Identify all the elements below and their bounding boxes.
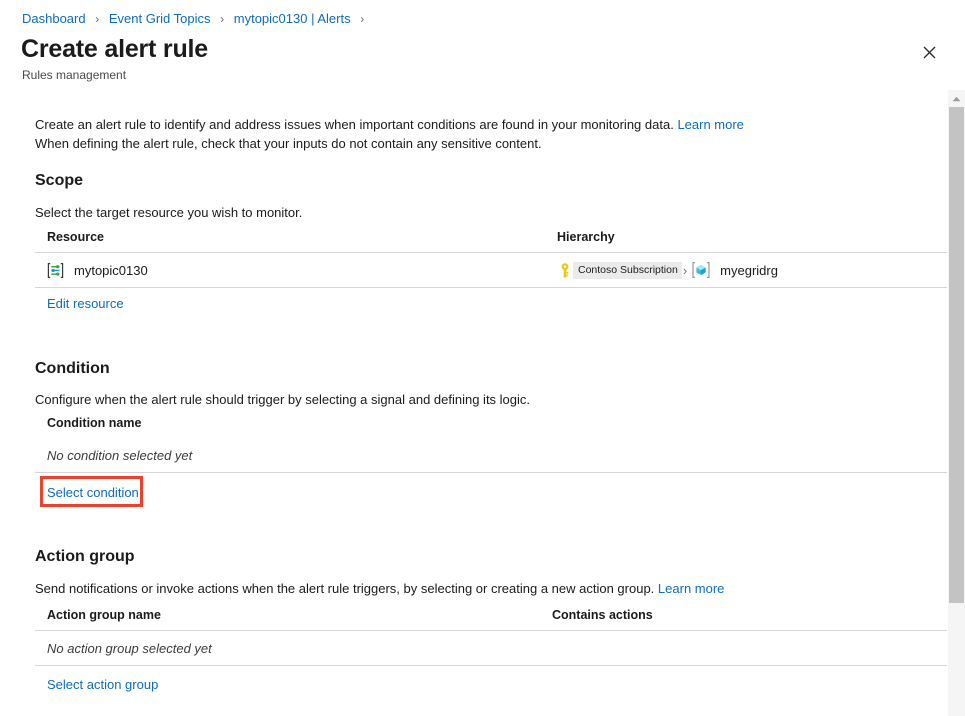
scope-table: Resource Hierarchy mytopi xyxy=(35,230,948,318)
intro-text: Create an alert rule to identify and add… xyxy=(35,115,915,153)
action-group-heading: Action group xyxy=(35,548,135,566)
close-icon xyxy=(923,46,936,59)
breadcrumb-separator-icon: › xyxy=(95,10,99,28)
condition-description: Configure when the alert rule should tri… xyxy=(35,390,530,409)
scope-heading: Scope xyxy=(35,172,83,190)
select-condition-link[interactable]: Select condition xyxy=(47,485,139,500)
subscription-chip[interactable]: Contoso Subscription xyxy=(573,262,682,279)
action-group-description-text: Send notifications or invoke actions whe… xyxy=(35,581,654,596)
scope-resource-name: mytopic0130 xyxy=(74,263,148,278)
subscription-key-icon xyxy=(557,262,573,279)
edit-resource-link[interactable]: Edit resource xyxy=(47,296,124,311)
close-button[interactable] xyxy=(915,38,943,66)
condition-table-row: No condition selected yet xyxy=(35,438,948,473)
action-group-table-header: Action group name Contains actions xyxy=(35,608,948,630)
vertical-scrollbar[interactable] xyxy=(947,90,965,716)
breadcrumb: Dashboard › Event Grid Topics › mytopic0… xyxy=(22,10,370,28)
action-group-empty-cell: No action group selected yet xyxy=(35,641,552,656)
scope-description: Select the target resource you wish to m… xyxy=(35,203,302,222)
select-action-group-link[interactable]: Select action group xyxy=(47,677,158,692)
action-group-column-name: Action group name xyxy=(35,608,552,622)
page-title: Create alert rule xyxy=(21,33,208,65)
scope-hierarchy-cell: Contoso Subscription › myegridrg xyxy=(557,261,948,279)
action-group-empty-text: No action group selected yet xyxy=(47,641,212,656)
scope-column-hierarchy: Hierarchy xyxy=(557,230,948,244)
action-group-column-contains: Contains actions xyxy=(552,608,948,622)
action-group-table: Action group name Contains actions No ac… xyxy=(35,608,948,702)
action-group-learn-more-link[interactable]: Learn more xyxy=(658,581,724,596)
resource-group-icon xyxy=(691,261,711,279)
scope-edit-action: Edit resource xyxy=(35,288,948,318)
breadcrumb-item-mytopic0130-alerts[interactable]: mytopic0130 | Alerts xyxy=(234,11,351,26)
page-subtitle: Rules management xyxy=(22,67,126,83)
scope-table-header: Resource Hierarchy xyxy=(35,230,948,252)
breadcrumb-separator-icon: › xyxy=(220,10,224,28)
condition-column-name: Condition name xyxy=(35,416,557,430)
scrollbar-thumb[interactable] xyxy=(949,107,964,603)
breadcrumb-item-event-grid-topics[interactable]: Event Grid Topics xyxy=(109,11,211,26)
condition-empty-cell: No condition selected yet xyxy=(35,448,557,463)
condition-table-header: Condition name xyxy=(35,416,948,438)
intro-line-2: When defining the alert rule, check that… xyxy=(35,134,915,153)
scope-resource-cell: mytopic0130 xyxy=(35,262,557,279)
intro-line-1: Create an alert rule to identify and add… xyxy=(35,115,915,134)
action-group-description: Send notifications or invoke actions whe… xyxy=(35,579,915,598)
condition-select-action: Select condition xyxy=(35,473,948,511)
scope-column-resource: Resource xyxy=(35,230,557,244)
form-content: Create an alert rule to identify and add… xyxy=(0,90,948,716)
hierarchy-separator-icon: › xyxy=(683,263,687,278)
scrollbar-up-button[interactable] xyxy=(948,90,965,107)
intro-line-1-text: Create an alert rule to identify and add… xyxy=(35,117,674,132)
condition-table: Condition name No condition selected yet… xyxy=(35,416,948,511)
action-group-select-action: Select action group xyxy=(35,666,948,702)
condition-heading: Condition xyxy=(35,360,110,378)
action-group-table-row: No action group selected yet xyxy=(35,630,948,666)
breadcrumb-separator-icon: › xyxy=(360,10,364,28)
event-grid-topic-icon xyxy=(47,262,64,279)
breadcrumb-item-dashboard[interactable]: Dashboard xyxy=(22,11,86,26)
scope-table-row[interactable]: mytopic0130 Contoso Subscription › xyxy=(35,252,948,288)
intro-learn-more-link[interactable]: Learn more xyxy=(677,117,743,132)
condition-empty-text: No condition selected yet xyxy=(47,448,192,463)
scope-resource-group-name: myegridrg xyxy=(720,263,778,278)
chevron-up-icon xyxy=(952,96,961,102)
